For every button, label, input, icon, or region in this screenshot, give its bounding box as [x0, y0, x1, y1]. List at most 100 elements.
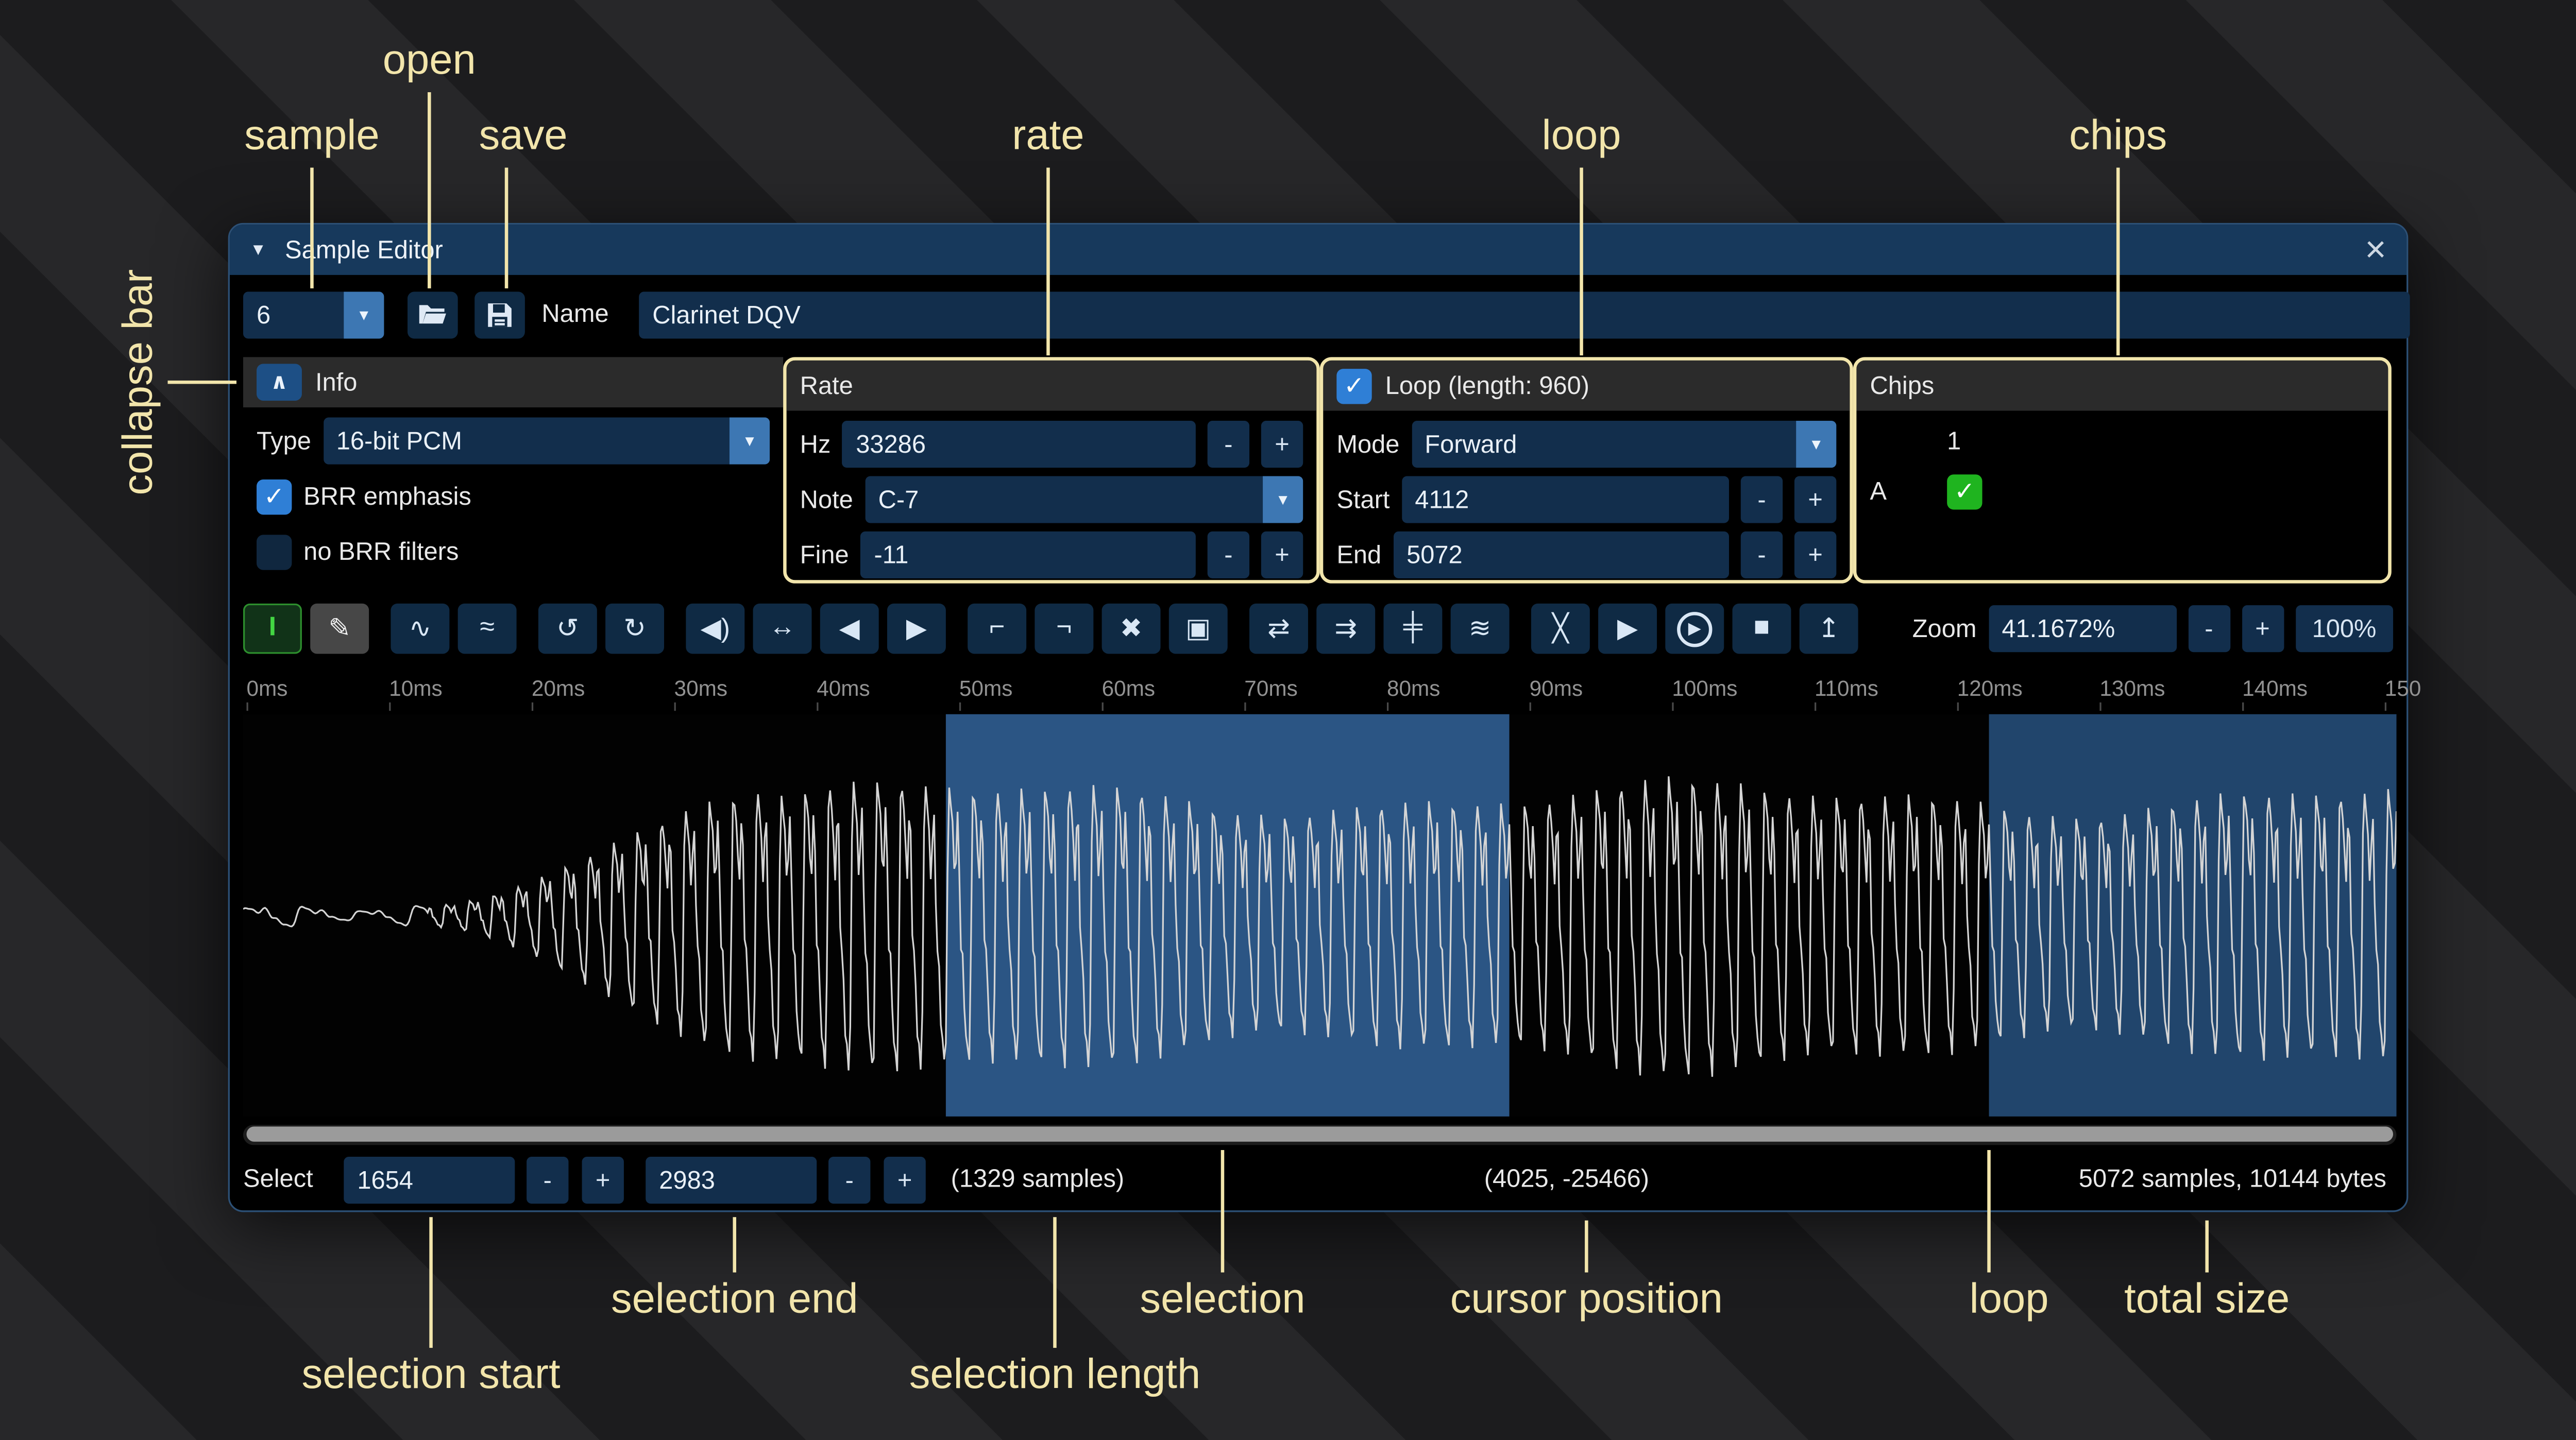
chips-header: Chips: [1856, 361, 2388, 411]
trim-button[interactable]: ▣: [1169, 604, 1228, 654]
loop-end-minus-button[interactable]: -: [1741, 532, 1783, 578]
annotation-line-selection-start: [429, 1217, 433, 1348]
timeline-tick: [1530, 702, 1531, 711]
note-value: C-7: [865, 485, 1263, 513]
open-button[interactable]: [408, 292, 458, 338]
timeline-tick: [2242, 702, 2244, 711]
horizontal-scrollbar[interactable]: [243, 1125, 2397, 1145]
rate-header: Rate: [787, 361, 1317, 411]
amplify-button[interactable]: ◀): [686, 604, 744, 654]
zoom-out-button[interactable]: -: [2188, 605, 2230, 652]
selection-end-plus-button[interactable]: +: [884, 1157, 925, 1204]
play-cursor-button[interactable]: ▶: [1665, 604, 1724, 654]
fine-minus-button[interactable]: -: [1208, 532, 1249, 578]
fade-in-button[interactable]: ⌐: [968, 604, 1026, 654]
loop-mode-dropdown[interactable]: Forward: [1411, 421, 1836, 468]
selection-start-minus-button[interactable]: -: [527, 1157, 568, 1204]
loop-end-plus-button[interactable]: +: [1794, 532, 1836, 578]
adjust-button[interactable]: ╪: [1383, 604, 1442, 654]
timeline-label: 90ms: [1530, 676, 1583, 701]
brr-emphasis-label: BRR emphasis: [303, 482, 471, 510]
annotation-cursor-position: cursor position: [1450, 1276, 1723, 1324]
timeline-tick: [1672, 702, 1673, 711]
timeline-tick: [2385, 702, 2386, 711]
edit-mode-button[interactable]: I: [243, 604, 302, 654]
redo-button[interactable]: ↻: [605, 604, 664, 654]
hz-input[interactable]: [842, 421, 1196, 468]
preview-button[interactable]: ▶: [1598, 604, 1657, 654]
sample-number-dropdown[interactable]: 6: [243, 292, 384, 338]
zoom-input[interactable]: [1988, 605, 2176, 652]
annotation-total-size: total size: [2124, 1276, 2290, 1324]
annotation-rate: rate: [1012, 112, 1084, 161]
selection-end-minus-button[interactable]: -: [828, 1157, 870, 1204]
floppy-disk-icon: [486, 302, 513, 329]
fine-label: Fine: [800, 541, 849, 569]
file-row: 6 Name: [243, 290, 2393, 340]
timeline-label: 40ms: [817, 676, 870, 701]
resample-button[interactable]: ∿: [391, 604, 449, 654]
name-input[interactable]: [639, 292, 2410, 338]
chevron-down-icon: [1796, 421, 1836, 468]
type-dropdown[interactable]: 16-bit PCM: [323, 418, 770, 465]
waveform-display[interactable]: [243, 714, 2397, 1117]
annotation-line-selection-length: [1053, 1217, 1057, 1348]
zoom-label: Zoom: [1912, 614, 1977, 643]
hz-minus-button[interactable]: -: [1208, 421, 1249, 468]
crossfade-button[interactable]: ╳: [1531, 604, 1590, 654]
timeline-label: 140ms: [2242, 676, 2308, 701]
save-button[interactable]: [474, 292, 525, 338]
insert-button[interactable]: ⇄: [1249, 604, 1308, 654]
selection-end-input[interactable]: [646, 1157, 817, 1204]
fine-plus-button[interactable]: +: [1261, 532, 1303, 578]
undo-button[interactable]: ↺: [538, 604, 597, 654]
filter-button[interactable]: ≋: [1451, 604, 1510, 654]
upload-button[interactable]: ↥: [1800, 604, 1858, 654]
silence-button[interactable]: ✖: [1102, 604, 1161, 654]
no-brr-filters-checkbox[interactable]: [257, 534, 292, 569]
type-label: Type: [257, 426, 311, 455]
selection-start-plus-button[interactable]: +: [582, 1157, 624, 1204]
fade-out-button[interactable]: ¬: [1035, 604, 1093, 654]
normalize-button[interactable]: ↔: [753, 604, 812, 654]
reverse-button[interactable]: ◀: [820, 604, 879, 654]
timeline-ruler: 0ms10ms20ms30ms40ms50ms60ms70ms80ms90ms1…: [243, 665, 2397, 711]
titlebar[interactable]: Sample Editor: [230, 225, 2406, 275]
chip-a-checkbox[interactable]: [1947, 474, 1982, 509]
hz-plus-button[interactable]: +: [1261, 421, 1303, 468]
annotation-line-selection-end: [733, 1217, 736, 1272]
fine-input[interactable]: [860, 532, 1195, 578]
brr-emphasis-checkbox[interactable]: [257, 478, 292, 513]
annotation-selection: selection: [1140, 1276, 1305, 1324]
collapse-bar-icon[interactable]: [257, 364, 302, 401]
apply-button[interactable]: ⇉: [1316, 604, 1375, 654]
stop-button[interactable]: ■: [1733, 604, 1791, 654]
loop-start-minus-button[interactable]: -: [1741, 476, 1783, 523]
scrollbar-thumb[interactable]: [246, 1126, 2393, 1141]
annotation-loop-bottom: loop: [1970, 1276, 2049, 1324]
zoom-in-button[interactable]: +: [2242, 605, 2283, 652]
loop-start-plus-button[interactable]: +: [1794, 476, 1836, 523]
timeline-tick: [817, 702, 818, 711]
timeline-label: 130ms: [2099, 676, 2165, 701]
window-collapse-icon[interactable]: [250, 241, 266, 259]
loop-end-label: End: [1336, 541, 1381, 569]
note-label: Note: [800, 485, 853, 513]
create-wavetable-button[interactable]: ≈: [458, 604, 517, 654]
loop-end-input[interactable]: [1393, 532, 1729, 578]
selection-start-input[interactable]: [344, 1157, 515, 1204]
note-dropdown[interactable]: C-7: [865, 476, 1303, 523]
chevron-down-icon: [1263, 476, 1303, 523]
zoom-reset-button[interactable]: 100%: [2295, 605, 2393, 652]
loop-header: Loop (length: 960): [1323, 361, 1850, 411]
folder-open-icon: [418, 303, 448, 327]
close-icon[interactable]: [2365, 233, 2386, 266]
draw-tool-button[interactable]: ✎: [310, 604, 369, 654]
timeline-label: 100ms: [1672, 676, 1737, 701]
chips-section: Chips 1 A: [1853, 357, 2392, 583]
invert-button[interactable]: ▶: [887, 604, 946, 654]
loop-checkbox[interactable]: [1336, 368, 1371, 403]
loop-start-input[interactable]: [1401, 476, 1729, 523]
mode-label: Mode: [1336, 430, 1399, 458]
timeline-tick: [2099, 702, 2101, 711]
